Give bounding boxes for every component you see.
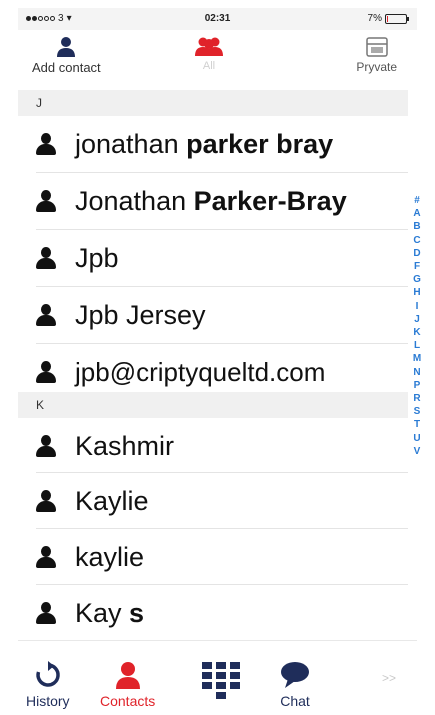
person-icon	[35, 361, 57, 383]
contact-row[interactable]: Jonathan Parker-Bray	[18, 173, 408, 229]
contact-name: Kashmir	[75, 430, 175, 461]
index-letter[interactable]: M	[413, 352, 421, 365]
pryvate-button[interactable]: Pryvate	[356, 36, 397, 74]
index-letter[interactable]: J	[414, 313, 420, 326]
person-icon	[35, 490, 57, 512]
history-icon	[36, 661, 60, 687]
chat-icon	[281, 662, 309, 688]
person-icon	[35, 435, 57, 457]
tab-history[interactable]: History	[26, 661, 70, 709]
index-letter[interactable]: T	[414, 418, 420, 431]
all-contacts-icon	[195, 37, 223, 56]
index-letter[interactable]: N	[413, 366, 420, 379]
person-icon	[35, 133, 57, 155]
tab-bar: History Contacts Chat >>	[18, 640, 417, 713]
index-letter[interactable]: A	[413, 207, 420, 220]
contact-row[interactable]: Jpb Jersey	[18, 287, 408, 343]
tab-chat[interactable]: Chat	[280, 661, 310, 709]
contact-name: jonathan parker bray	[75, 128, 334, 159]
person-icon	[35, 190, 57, 212]
add-contact-icon	[57, 37, 76, 57]
tab-chat-label: Chat	[280, 693, 310, 709]
contact-row[interactable]: Kashmir	[18, 418, 408, 474]
person-icon	[35, 546, 57, 568]
pryvate-label: Pryvate	[356, 60, 397, 74]
contact-name: Kaylie	[75, 485, 149, 516]
pryvate-icon	[365, 37, 388, 57]
index-letter[interactable]: V	[414, 445, 421, 458]
contact-name: Jpb Jersey	[75, 299, 206, 330]
add-contact-label: Add contact	[32, 60, 101, 75]
index-letter[interactable]: I	[416, 300, 419, 313]
contact-row[interactable]: jonathan parker bray	[18, 116, 408, 172]
contact-name: Jpb	[75, 242, 119, 273]
tab-contacts-label: Contacts	[100, 693, 156, 709]
contacts-screen: 3 ▾ 02:31 7% Add contact All Pryvate J j…	[18, 8, 421, 713]
contact-name: kaylie	[75, 541, 145, 572]
add-contact-button[interactable]: Add contact	[32, 36, 101, 75]
tab-history-label: History	[26, 693, 70, 709]
section-header-k: K	[18, 392, 408, 418]
index-letter[interactable]: H	[413, 286, 420, 299]
status-bar: 3 ▾ 02:31 7%	[18, 8, 417, 30]
contact-row[interactable]: Kay s	[18, 585, 408, 641]
tab-keypad[interactable]	[201, 661, 241, 701]
keypad-icon	[202, 662, 240, 699]
index-letter[interactable]: B	[413, 220, 420, 233]
person-icon	[35, 247, 57, 269]
index-letter[interactable]: C	[413, 234, 420, 247]
battery-percent: 7%	[367, 13, 382, 24]
index-letter[interactable]: L	[414, 339, 420, 352]
battery-icon	[385, 13, 409, 24]
section-letter: K	[36, 398, 45, 412]
index-letter[interactable]: R	[413, 392, 420, 405]
index-letter[interactable]: P	[414, 379, 421, 392]
index-letter[interactable]: F	[414, 260, 420, 273]
more-tabs-label: >>	[382, 671, 397, 685]
index-letter[interactable]: G	[413, 273, 421, 286]
index-letter[interactable]: #	[414, 194, 420, 207]
person-icon	[35, 304, 57, 326]
contacts-toolbar: Add contact All Pryvate	[18, 30, 417, 88]
contact-name: Jonathan Parker-Bray	[75, 185, 347, 216]
more-tabs-button[interactable]: >>	[382, 671, 396, 685]
index-letter[interactable]: S	[414, 405, 421, 418]
contact-row[interactable]: Jpb	[18, 230, 408, 286]
section-letter: J	[36, 96, 42, 110]
tab-contacts[interactable]: Contacts	[100, 661, 155, 709]
contact-name: Kay s	[75, 597, 145, 628]
all-contacts-label: All	[202, 60, 216, 72]
person-icon	[35, 602, 57, 624]
alphabet-index[interactable]: # A B C D F G H I J K L M N P R S T U V	[410, 194, 424, 458]
status-time: 02:31	[204, 13, 231, 24]
battery-indicator: 7%	[367, 13, 409, 24]
index-letter[interactable]: K	[413, 326, 420, 339]
contact-row[interactable]: kaylie	[18, 529, 408, 585]
index-letter[interactable]: U	[413, 432, 420, 445]
contact-name: jpb@criptyqueltd.com	[75, 356, 326, 387]
contacts-icon	[115, 662, 140, 689]
all-contacts-button[interactable]: All	[194, 36, 224, 72]
battery-fill	[387, 15, 388, 22]
index-letter[interactable]: D	[413, 247, 420, 260]
section-header-j: J	[18, 90, 408, 116]
contact-row[interactable]: Kaylie	[18, 473, 408, 529]
